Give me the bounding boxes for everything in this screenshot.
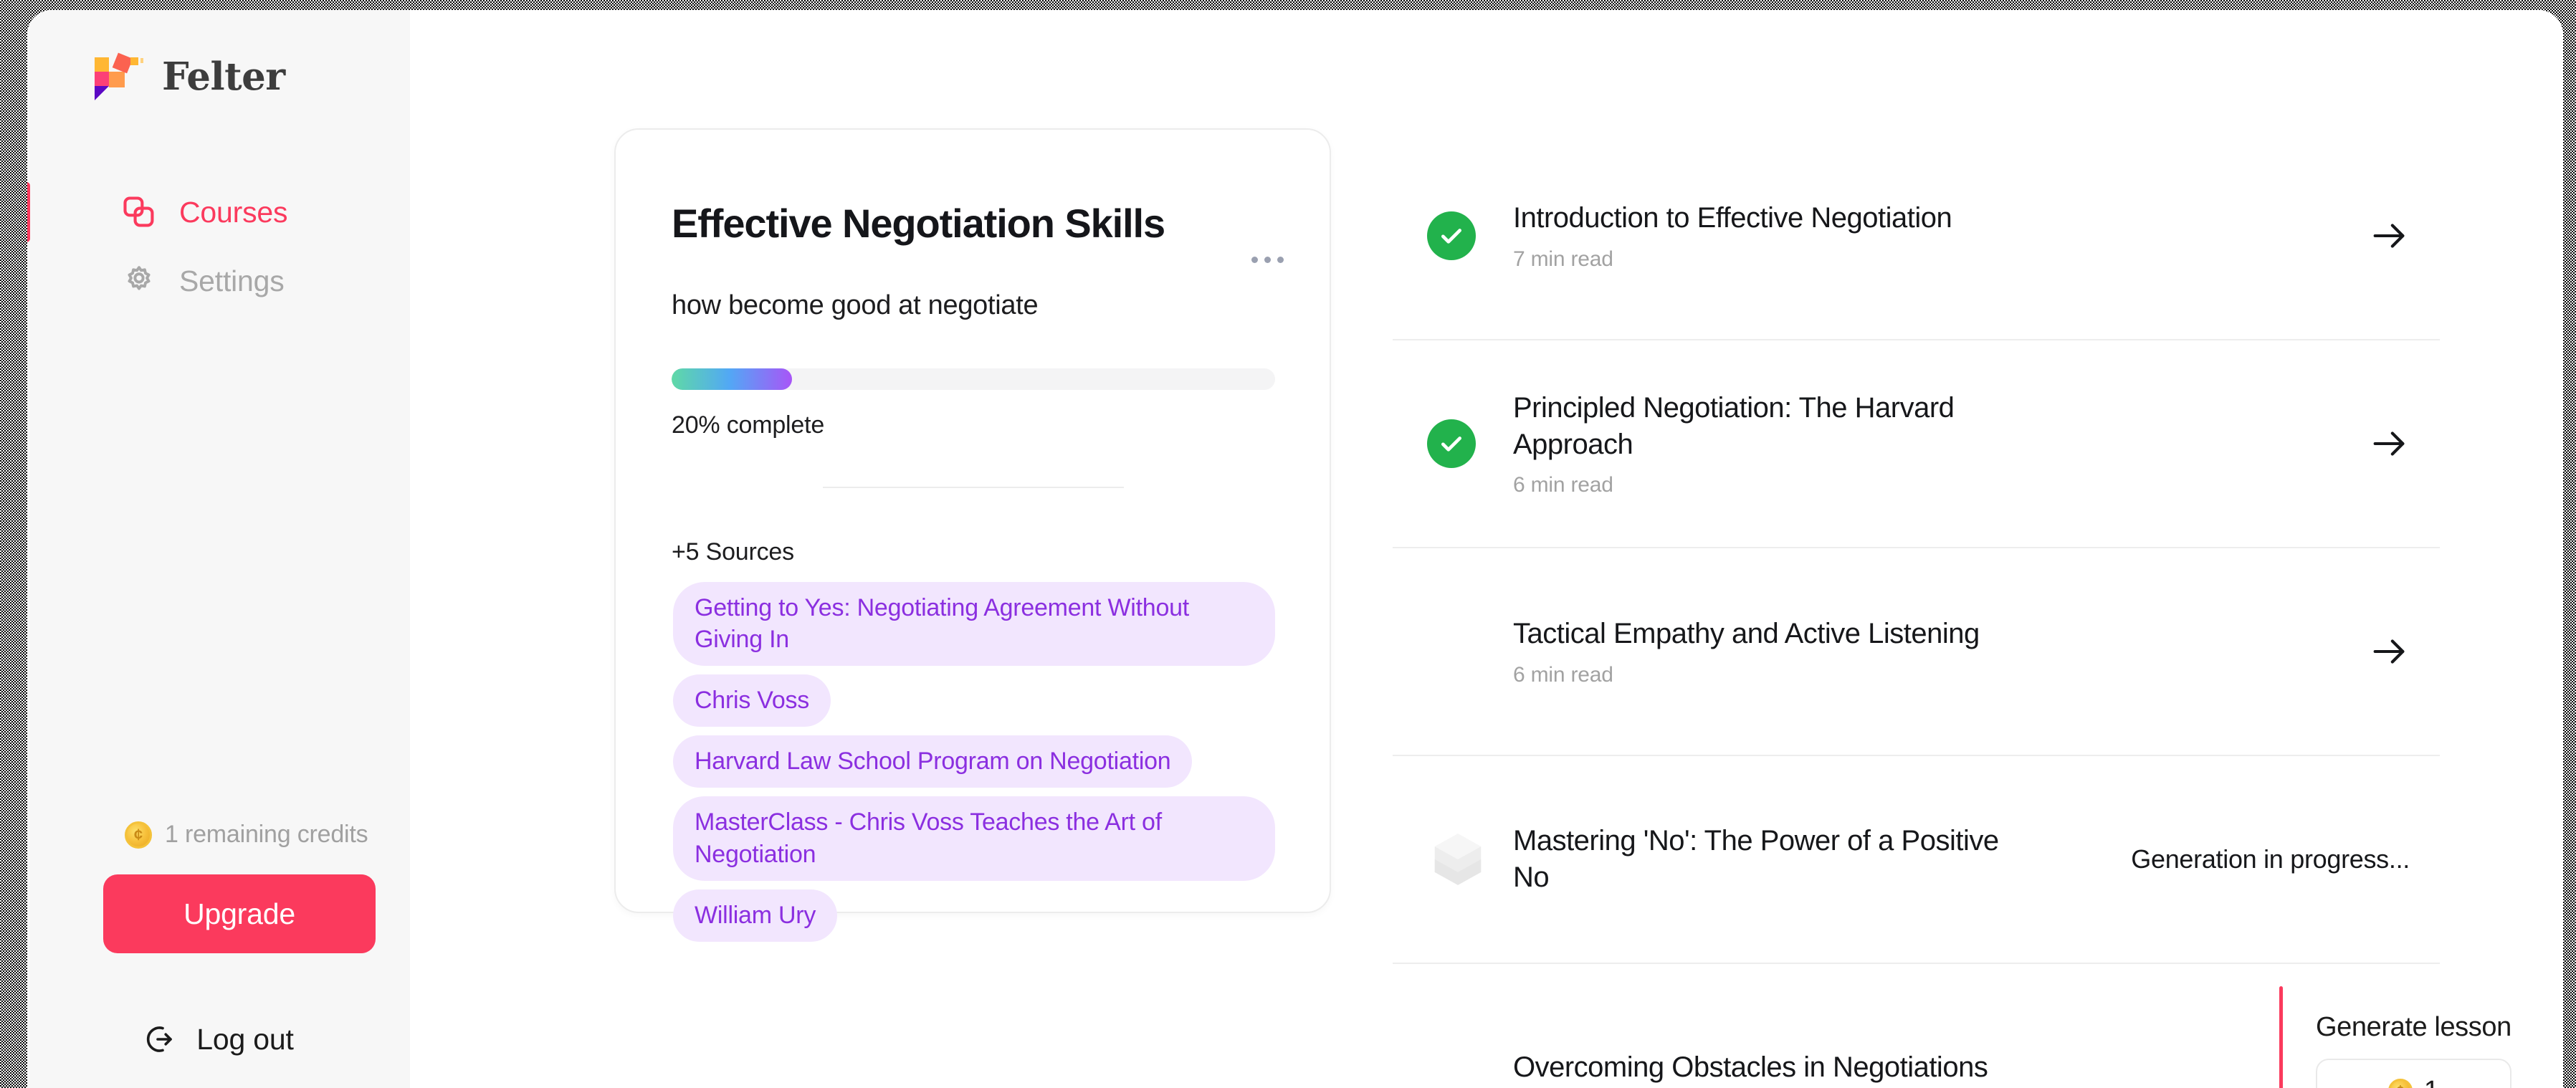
lesson-row[interactable]: Introduction to Effective Negotiation 7 m… <box>1393 133 2440 340</box>
ellipsis-dot <box>1277 257 1284 263</box>
credits-status: ¢ 1 remaining credits <box>27 821 410 849</box>
copy-stack-icon <box>120 194 158 231</box>
gear-icon <box>120 262 158 300</box>
check-circle-icon <box>1427 419 1476 468</box>
popover-accent-bar <box>2279 986 2283 1088</box>
lesson-title: Overcoming Obstacles in Negotiations <box>1513 1051 1988 1084</box>
check-circle-icon <box>1427 211 1476 260</box>
source-tag[interactable]: MasterClass - Chris Voss Teaches the Art… <box>673 796 1275 881</box>
course-progress-fill <box>672 368 793 390</box>
hexagon-loading-icon <box>1427 829 1489 890</box>
lesson-title: Introduction to Effective Negotiation <box>1513 202 1952 234</box>
sources-title: +5 Sources <box>672 538 794 566</box>
course-card: Effective Negotiation Skills how become … <box>614 128 1331 942</box>
lesson-body: Tactical Empathy and Active Listening 6 m… <box>1513 616 2139 687</box>
sidebar: Felter Courses Settings ¢ 1 remaining cr… <box>27 10 410 1088</box>
source-tag[interactable]: William Ury <box>673 889 838 942</box>
logout-icon <box>143 1022 178 1056</box>
course-title: Effective Negotiation Skills <box>672 201 1165 246</box>
generate-lesson-label: Generate lesson <box>2316 1012 2511 1042</box>
lesson-row[interactable]: Mastering 'No': The Power of a Positive … <box>1393 756 2440 964</box>
card-divider <box>823 486 1124 488</box>
felter-logo-icon <box>93 52 146 102</box>
upgrade-button[interactable]: Upgrade <box>103 874 376 953</box>
generation-status-text: Generation in progress... <box>2131 844 2410 874</box>
logout-label: Log out <box>196 1022 294 1056</box>
lesson-action <box>2139 423 2440 464</box>
source-list: Getting to Yes: Negotiating Agreement Wi… <box>672 581 1275 942</box>
lesson-action <box>2139 631 2440 672</box>
lesson-title: Principled Negotiation: The Harvard Appr… <box>1513 391 1955 460</box>
ellipsis-dot <box>1251 257 1258 263</box>
lesson-body: Overcoming Obstacles in Negotiations <box>1513 1049 2139 1086</box>
course-description: how become good at negotiate <box>672 290 1039 320</box>
credits-label: 1 remaining credits <box>165 821 368 848</box>
generate-lesson-cost-chip[interactable]: ¢ 1 <box>2316 1059 2511 1088</box>
sidebar-item-courses[interactable]: Courses <box>27 178 410 247</box>
popover-body: Generate lesson ¢ 1 <box>2316 986 2511 1088</box>
course-progress-label: 20% complete <box>672 411 825 439</box>
ellipsis-dot <box>1264 257 1271 263</box>
course-progress-bar <box>672 368 1275 390</box>
sidebar-nav: Courses Settings <box>27 178 410 315</box>
main-content: Effective Negotiation Skills how become … <box>410 10 2563 1088</box>
generate-lesson-cost: 1 <box>2424 1076 2439 1088</box>
arrow-right-icon[interactable] <box>2368 423 2410 464</box>
sidebar-footer: ¢ 1 remaining credits Upgrade Log out <box>27 821 410 1088</box>
source-tag[interactable]: Harvard Law School Program on Negotiatio… <box>673 735 1193 788</box>
lesson-body: Mastering 'No': The Power of a Positive … <box>1513 823 2139 896</box>
logout-button[interactable]: Log out <box>27 1022 410 1088</box>
source-tag[interactable]: Chris Voss <box>673 674 831 727</box>
app-window: Felter Courses Settings ¢ 1 remaining cr… <box>27 10 2563 1088</box>
lesson-action <box>2139 215 2440 257</box>
lesson-status <box>1393 211 1513 260</box>
lesson-row[interactable]: Principled Negotiation: The Harvard Appr… <box>1393 340 2440 548</box>
source-tag[interactable]: Getting to Yes: Negotiating Agreement Wi… <box>673 581 1275 667</box>
lesson-body: Introduction to Effective Negotiation 7 m… <box>1513 200 2139 271</box>
lesson-action: Generation in progress... <box>2131 844 2440 874</box>
lesson-read-time: 6 min read <box>1513 473 1613 497</box>
lesson-list: Introduction to Effective Negotiation 7 m… <box>1393 128 2440 1088</box>
arrow-right-icon[interactable] <box>2368 215 2410 257</box>
lesson-status <box>1393 419 1513 468</box>
lesson-read-time: 7 min read <box>1513 247 1613 271</box>
brand: Felter <box>27 10 410 110</box>
coin-icon: ¢ <box>125 821 152 849</box>
ellipsis-icon[interactable] <box>1244 249 1291 270</box>
sidebar-item-courses-label: Courses <box>179 195 288 229</box>
coin-icon: ¢ <box>2387 1079 2413 1088</box>
brand-name: Felter <box>162 54 285 99</box>
generate-lesson-popover: Generate lesson ¢ 1 <box>2279 986 2511 1088</box>
lesson-row[interactable]: Tactical Empathy and Active Listening 6 m… <box>1393 548 2440 756</box>
arrow-right-icon[interactable] <box>2368 631 2410 672</box>
lesson-read-time: 6 min read <box>1513 662 1613 687</box>
lesson-title: Tactical Empathy and Active Listening <box>1513 618 1980 650</box>
lesson-status <box>1393 829 1513 890</box>
sidebar-item-settings-label: Settings <box>179 264 285 297</box>
lesson-title: Mastering 'No': The Power of a Positive … <box>1513 824 1999 893</box>
sidebar-item-settings[interactable]: Settings <box>27 247 410 315</box>
lesson-body: Principled Negotiation: The Harvard Appr… <box>1513 390 2139 497</box>
